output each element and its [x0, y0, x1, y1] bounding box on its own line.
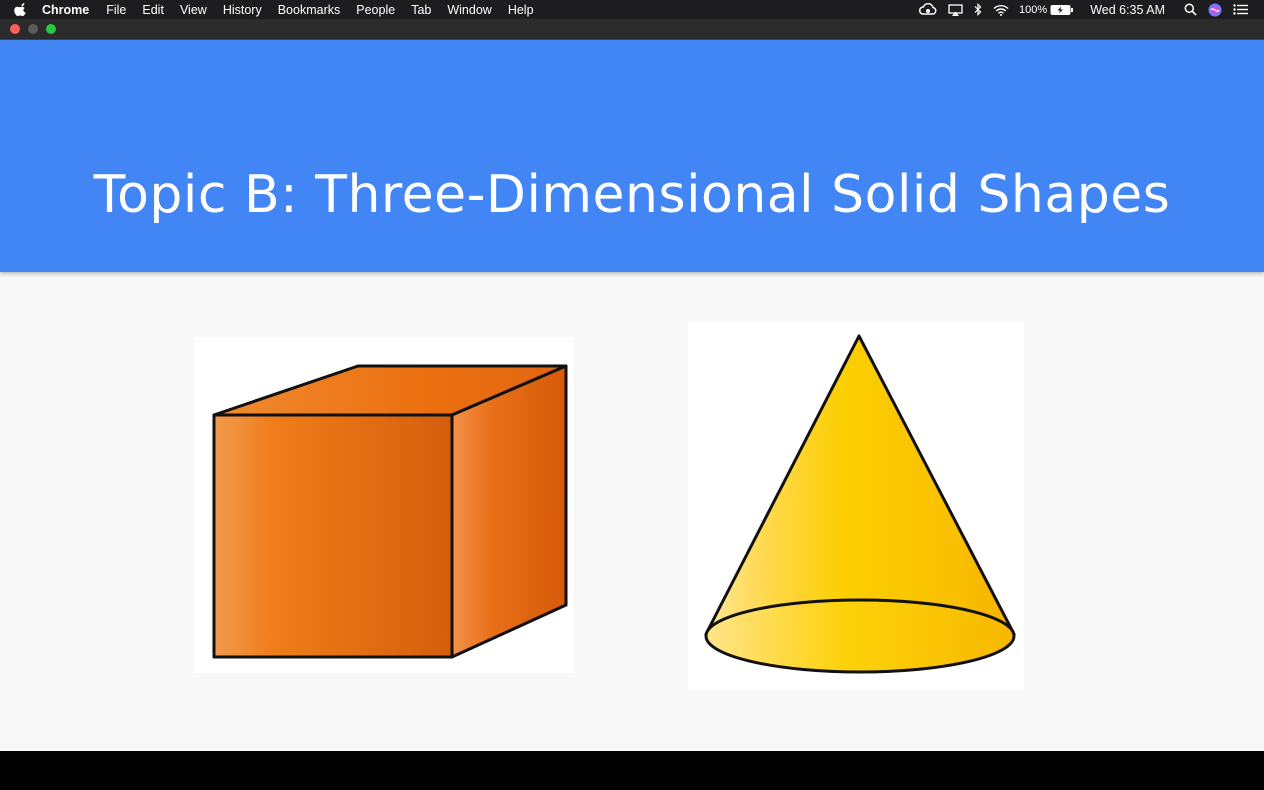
cube-front-face: [212, 413, 454, 659]
window-fullscreen-button[interactable]: [46, 24, 56, 34]
menu-help[interactable]: Help: [508, 3, 534, 17]
window-close-button[interactable]: [10, 24, 20, 34]
menubar-clock[interactable]: Wed 6:35 AM: [1090, 3, 1165, 17]
menu-tab[interactable]: Tab: [411, 3, 431, 17]
menu-window[interactable]: Window: [447, 3, 491, 17]
menu-history[interactable]: History: [223, 3, 262, 17]
creative-cloud-icon[interactable]: [919, 3, 937, 16]
cone-image: [688, 322, 1024, 690]
airplay-icon[interactable]: [948, 3, 963, 16]
menu-bookmarks[interactable]: Bookmarks: [278, 3, 341, 17]
menu-bar: Chrome File Edit View History Bookmarks …: [0, 0, 1264, 19]
presentation-slide: Topic B: Three-Dimensional Solid Shapes: [0, 40, 1264, 751]
slide-header: Topic B: Three-Dimensional Solid Shapes: [0, 40, 1264, 272]
notification-center-icon[interactable]: [1233, 4, 1248, 15]
slide-title: Topic B: Three-Dimensional Solid Shapes: [93, 165, 1171, 225]
menu-file[interactable]: File: [106, 3, 126, 17]
menu-people[interactable]: People: [356, 3, 395, 17]
cube-drawing: [212, 364, 568, 659]
cube-image: [194, 337, 574, 673]
apple-icon[interactable]: [14, 2, 28, 17]
battery-percent: 100%: [1019, 3, 1048, 16]
cone-base: [704, 598, 1016, 674]
cone-drawing: [704, 334, 1016, 674]
screen-bottom-area: [0, 751, 1264, 790]
battery-icon[interactable]: [1050, 4, 1074, 16]
menu-edit[interactable]: Edit: [142, 3, 164, 17]
menu-app-chrome[interactable]: Chrome: [42, 3, 89, 17]
spotlight-search-icon[interactable]: [1184, 3, 1197, 16]
window-title-strip: [0, 19, 1264, 40]
wifi-icon[interactable]: [993, 4, 1009, 16]
bluetooth-icon[interactable]: [974, 3, 982, 16]
window-minimize-button[interactable]: [28, 24, 38, 34]
siri-icon[interactable]: [1208, 3, 1222, 17]
cube-side-face: [450, 364, 568, 659]
menu-view[interactable]: View: [180, 3, 207, 17]
